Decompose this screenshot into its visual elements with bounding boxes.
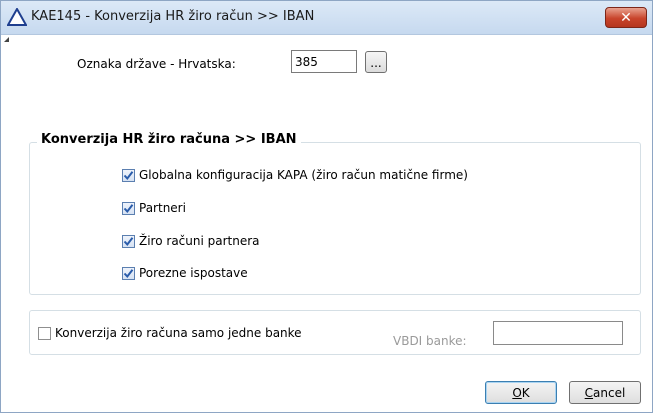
ok-mnemonic: O (512, 385, 522, 400)
checkbox-tax-offices[interactable]: Porezne ispostave (122, 266, 248, 280)
checkbox-global-config[interactable]: Globalna konfiguracija KAPA (žiro račun … (122, 168, 468, 182)
checkbox-partner-accounts[interactable]: Žiro računi partnera (122, 234, 260, 248)
cancel-mnemonic: C (584, 385, 594, 400)
country-code-input[interactable] (291, 50, 357, 73)
close-button[interactable]: ✕ (605, 7, 647, 28)
ok-button[interactable]: OK (485, 381, 557, 404)
unchecked-box-icon[interactable] (38, 326, 51, 340)
country-code-label: Oznaka države - Hrvatska: (77, 57, 236, 71)
check-icon[interactable] (122, 266, 135, 280)
checkbox-partners[interactable]: Partneri (122, 201, 186, 215)
checkbox-single-bank[interactable]: Konverzija žiro računa samo jedne banke (38, 326, 302, 340)
country-lookup-button[interactable]: ... (365, 51, 387, 73)
checkbox-label: Porezne ispostave (139, 266, 248, 280)
vbdi-input[interactable] (493, 321, 623, 345)
dialog-window: KAE145 - Konverzija HR žiro račun >> IBA… (0, 0, 653, 413)
cancel-label-rest: ancel (593, 385, 626, 400)
ok-label-rest: K (521, 385, 530, 400)
check-icon[interactable] (122, 234, 135, 248)
check-icon[interactable] (122, 168, 135, 182)
checkbox-label: Konverzija žiro računa samo jedne banke (55, 326, 302, 340)
cancel-button[interactable]: Cancel (569, 381, 641, 404)
window-title: KAE145 - Konverzija HR žiro račun >> IBA… (31, 9, 315, 24)
conversion-group-box (29, 142, 641, 295)
check-icon[interactable] (122, 201, 135, 215)
checkbox-label: Žiro računi partnera (139, 234, 260, 248)
corner-marker-icon (4, 37, 9, 42)
conversion-group-legend: Konverzija HR žiro računa >> IBAN (37, 132, 301, 147)
warning-triangle-icon (6, 6, 28, 26)
checkbox-label: Globalna konfiguracija KAPA (žiro račun … (139, 168, 468, 182)
lookup-button-label: ... (370, 56, 382, 70)
title-bar[interactable]: KAE145 - Konverzija HR žiro račun >> IBA… (1, 1, 652, 35)
close-icon: ✕ (620, 9, 632, 26)
vbdi-label: VBDI banke: (393, 334, 467, 348)
checkbox-label: Partneri (139, 201, 186, 215)
